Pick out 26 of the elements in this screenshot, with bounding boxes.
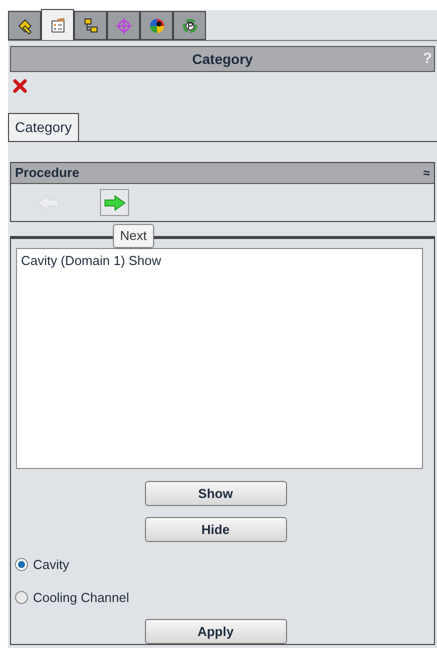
hierarchy-icon <box>82 16 100 34</box>
hide-button[interactable]: Hide <box>144 517 286 542</box>
radio-button[interactable] <box>15 590 28 604</box>
show-button[interactable]: Show <box>144 481 286 506</box>
color-sphere-icon <box>148 16 166 34</box>
clipboard-icon <box>48 16 66 34</box>
panel-title: Category <box>192 50 253 69</box>
toolbar-tab[interactable] <box>8 11 41 40</box>
next-button[interactable] <box>100 189 129 216</box>
close-icon[interactable] <box>12 78 28 94</box>
radio-button[interactable] <box>15 558 28 572</box>
crosshair-icon <box>114 16 132 34</box>
toolbar-tab[interactable] <box>41 9 74 40</box>
tab[interactable]: Category <box>8 113 79 141</box>
list-item[interactable]: Cavity (Domain 1) Show <box>21 251 418 270</box>
toolbar-tab[interactable] <box>74 11 107 40</box>
block-icon <box>16 16 34 34</box>
arrow-icon <box>104 194 126 210</box>
radio-label: Cavity <box>33 556 70 574</box>
apply-button[interactable]: Apply <box>144 619 286 644</box>
collapse-button[interactable]: ≈ <box>423 164 430 182</box>
tooltip: Next <box>113 224 154 248</box>
toolbar-tab[interactable] <box>140 11 173 40</box>
section-title: Procedure <box>15 164 80 182</box>
toolbar-tab[interactable] <box>173 11 206 40</box>
radio-label: Cooling Channel <box>33 588 130 607</box>
